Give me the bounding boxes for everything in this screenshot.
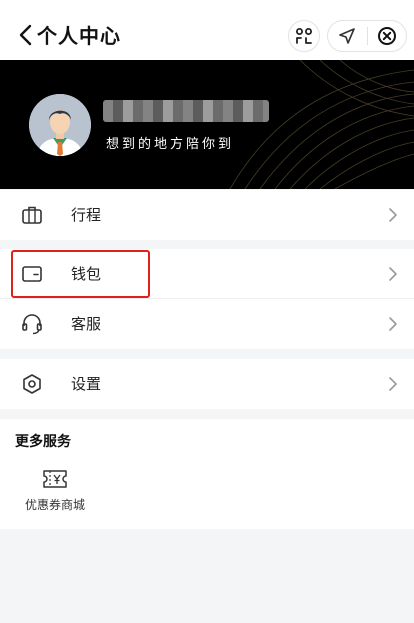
menu-group-settings: 设置 [0,359,414,409]
menu-item-wallet[interactable]: 钱包 [0,249,414,299]
menu-group-wallet: 钱包 客服 [0,249,414,349]
menu-group-trips: 行程 [0,190,414,240]
briefcase-icon [21,204,43,226]
default-avatar-icon [29,94,91,156]
chevron-right-icon [389,317,397,331]
menu-label-trips: 行程 [71,206,102,224]
location-button[interactable] [328,21,367,51]
chevron-right-icon [389,208,397,222]
page-title: 个人中心 [37,24,121,48]
scan-icon [296,28,312,44]
close-button[interactable] [367,21,406,51]
settings-icon [21,373,43,395]
menu-item-trips[interactable]: 行程 [0,190,414,240]
coupon-icon [43,470,67,488]
menu-item-customer-service[interactable]: 客服 [0,299,414,349]
service-item-coupon-mall[interactable]: 优惠券商城 [14,463,96,519]
chevron-right-icon [389,267,397,281]
chevron-right-icon [389,377,397,391]
location-arrow-icon [339,28,356,44]
service-label-coupon-mall: 优惠券商城 [24,498,85,512]
menu-label-wallet: 钱包 [71,265,102,283]
services-title: 更多服务 [15,434,71,450]
headset-icon [21,313,43,335]
top-bar: 个人中心 [0,0,414,60]
more-services-section: 更多服务 优惠券商城 [0,419,414,529]
username [103,100,269,122]
menu-label-settings: 设置 [71,375,102,393]
mini-program-capsule [327,20,407,52]
profile-signature: 想到的地方陪你到 [106,137,235,152]
scan-button[interactable] [288,20,320,52]
back-button[interactable] [12,20,38,50]
chevron-left-icon [19,24,32,46]
close-circle-icon [377,27,396,45]
avatar[interactable] [29,94,91,156]
profile-banner: 想到的地方陪你到 [0,60,414,189]
menu-item-settings[interactable]: 设置 [0,359,414,409]
menu-label-customer-service: 客服 [71,315,102,333]
wallet-icon [21,263,43,285]
